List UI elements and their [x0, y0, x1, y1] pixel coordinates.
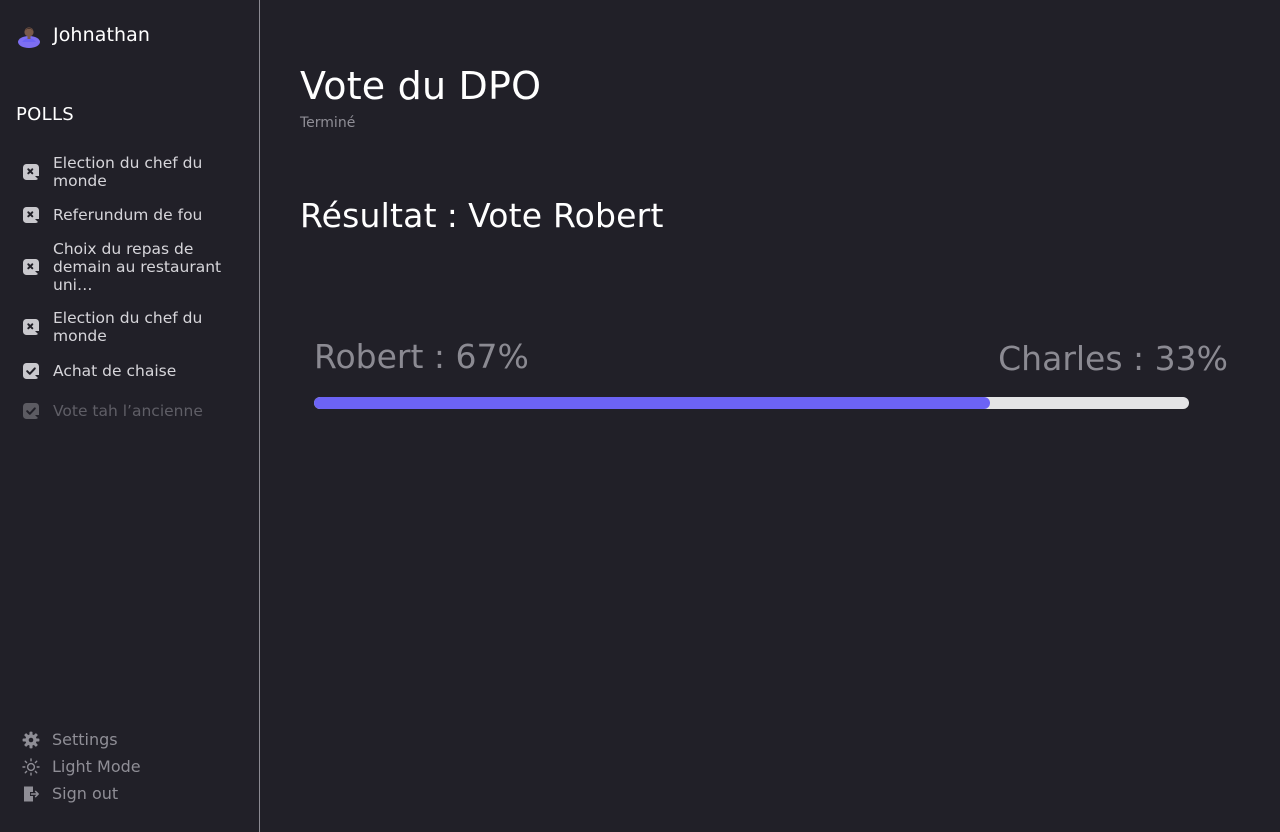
main-content: Vote du DPO Terminé Résultat: Vote Robert… — [260, 0, 1280, 832]
option-robert-percentage: Robert : 67% — [314, 337, 529, 376]
x-badge-icon — [23, 207, 39, 223]
result-progress-bar — [314, 397, 1189, 409]
poll-item-label: Election du chef du monde — [53, 154, 203, 190]
status-label: Terminé — [300, 115, 356, 131]
gear-icon — [22, 731, 40, 748]
poll-item[interactable]: Election du chef du monde — [22, 309, 243, 345]
poll-item-label: Achat de chaise — [53, 362, 177, 380]
x-badge-icon — [23, 164, 39, 180]
sign-out-icon — [24, 786, 39, 801]
light-mode-toggle[interactable]: Light Mode — [22, 753, 141, 780]
result-heading: Résultat: Vote Robert — [300, 196, 664, 235]
settings-label: Settings — [52, 730, 118, 749]
result-progress-fill — [314, 397, 991, 409]
result-separator: : — [446, 196, 459, 235]
check-badge-icon — [23, 363, 39, 379]
light-mode-label: Light Mode — [52, 757, 141, 776]
sign-out-label: Sign out — [52, 784, 119, 803]
x-badge-icon — [23, 319, 39, 335]
poll-item[interactable]: Choix du repas de demain au restaurant u… — [22, 240, 223, 294]
sidebar: Johnathan POLLS Election du chef du mond… — [0, 0, 260, 832]
x-badge-icon — [23, 259, 39, 275]
result-value: Vote Robert — [468, 196, 664, 235]
settings-button[interactable]: Settings — [22, 726, 141, 753]
poll-item[interactable]: Vote tah l’ancienne — [22, 402, 243, 420]
poll-item[interactable]: Achat de chaise — [22, 362, 243, 380]
check-badge-icon — [23, 403, 39, 419]
poll-item-label: Election du chef du monde — [53, 309, 203, 345]
poll-item-label: Choix du repas de demain au restaurant u… — [53, 240, 222, 294]
user-name: Johnathan — [53, 24, 151, 46]
poll-item-label: Referundum de fou — [53, 206, 203, 224]
polls-heading: POLLS — [16, 104, 75, 125]
page-title: Vote du DPO — [300, 64, 542, 108]
sun-icon — [22, 757, 40, 776]
poll-item-label: Vote tah l’ancienne — [53, 402, 203, 420]
app: Johnathan POLLS Election du chef du mond… — [0, 0, 1280, 832]
user-profile[interactable]: Johnathan — [17, 22, 150, 48]
sign-out-button[interactable]: Sign out — [22, 780, 141, 807]
poll-item[interactable]: Referundum de fou — [22, 206, 243, 224]
bottom-menu: Settings Light Mode Sign out — [22, 726, 141, 807]
result-label: Résultat — [300, 196, 437, 235]
user-avatar-icon — [18, 27, 40, 48]
option-charles-percentage: Charles : 33% — [998, 339, 1228, 378]
poll-item[interactable]: Election du chef du monde — [22, 154, 243, 190]
